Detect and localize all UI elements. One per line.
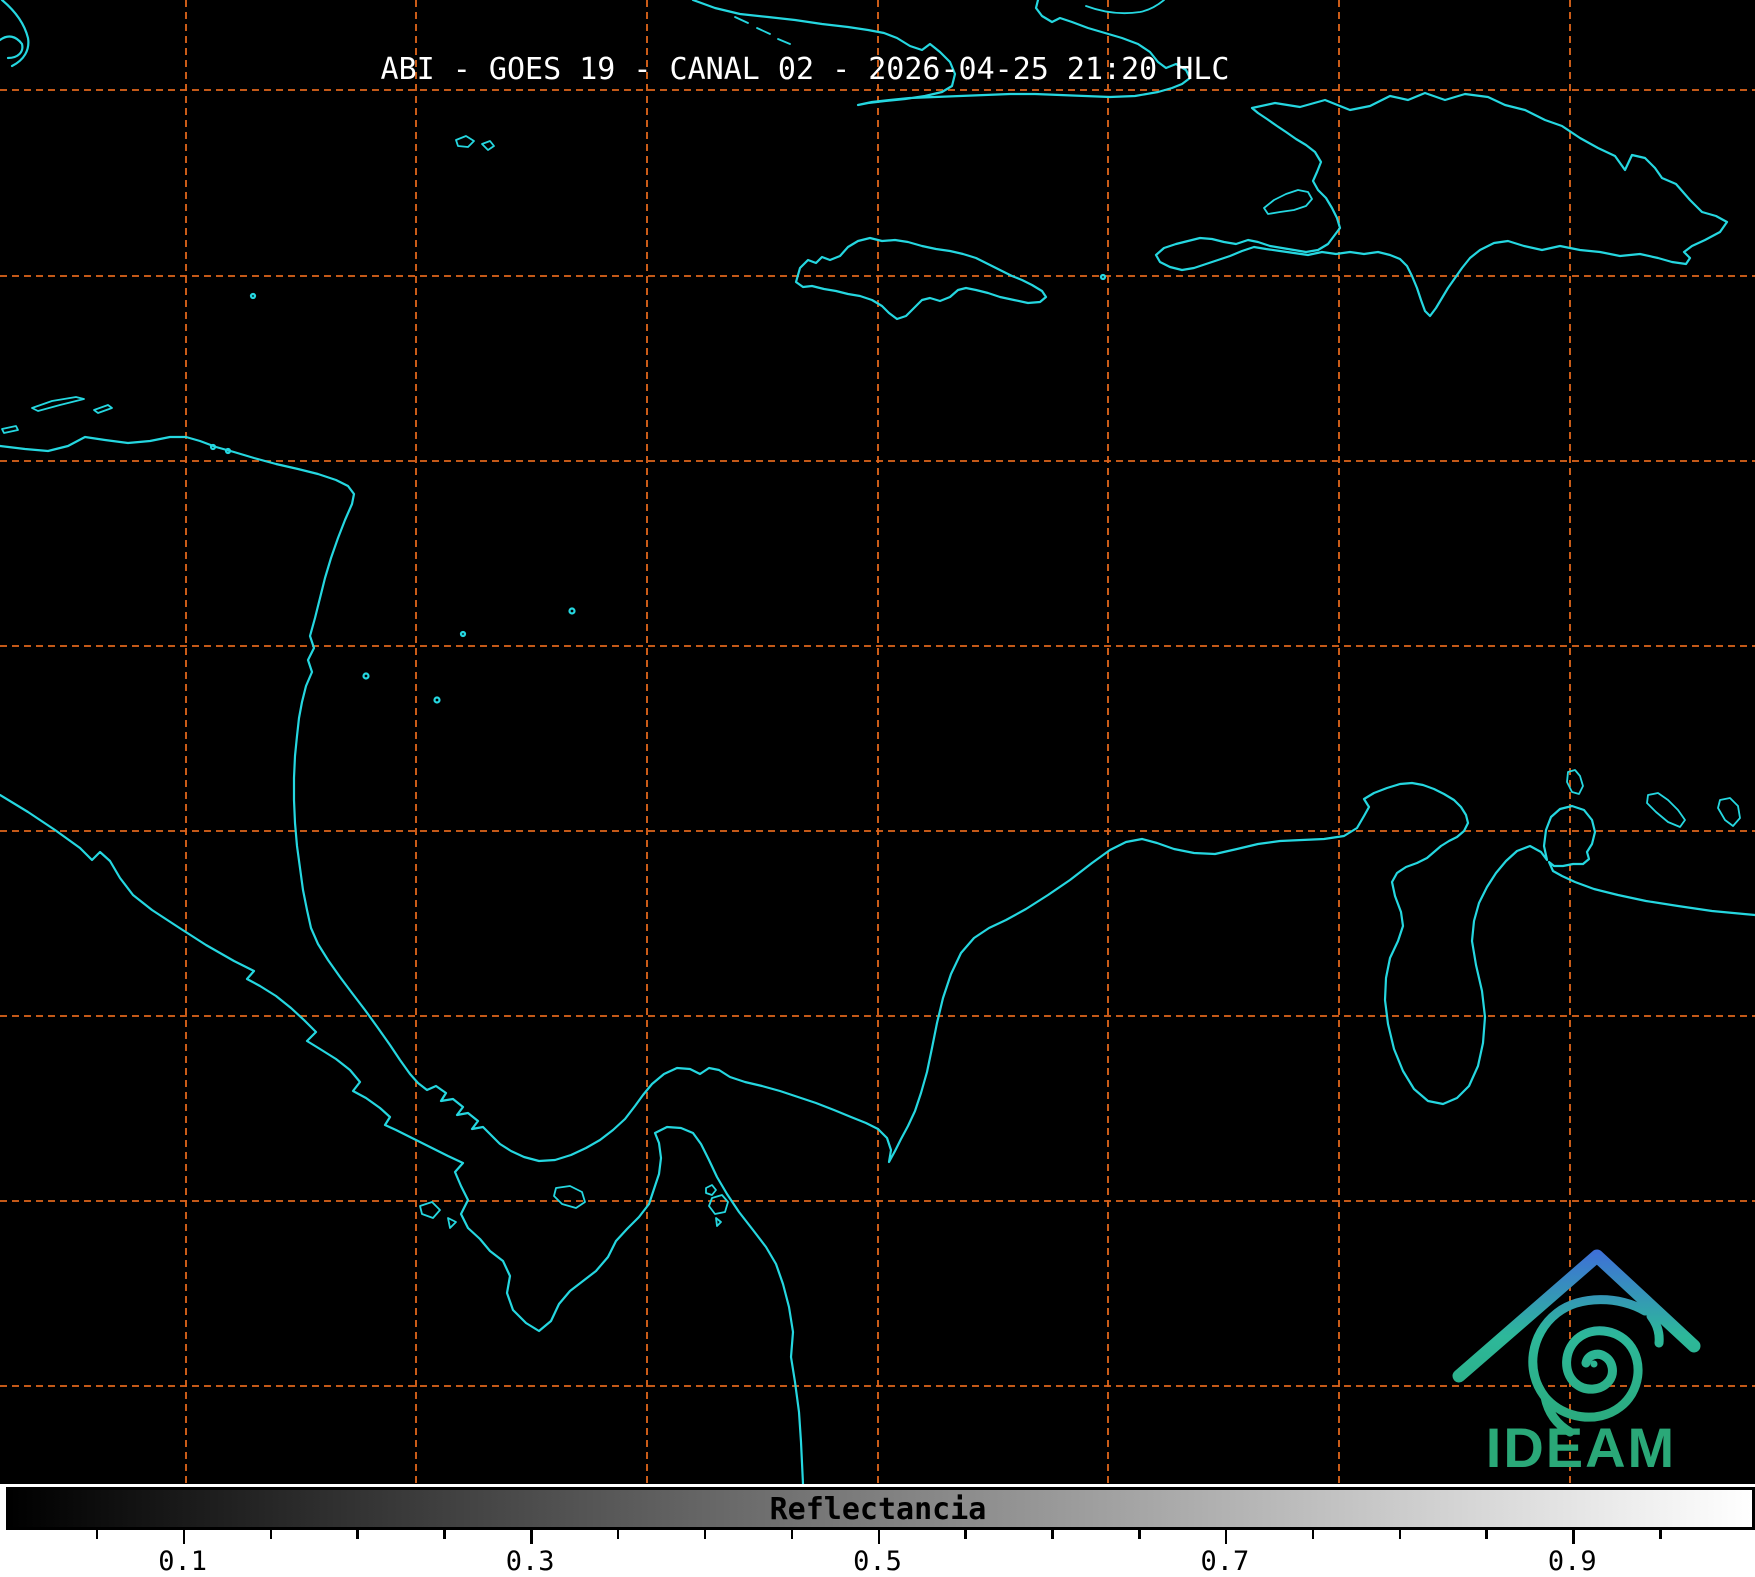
colorbar-minor-tick	[790, 1530, 794, 1539]
colorbar-minor-tick	[1659, 1530, 1662, 1539]
coastline-pacific-mainland	[0, 793, 805, 1484]
colorbar-major-tick	[1572, 1530, 1575, 1544]
colorbar-minor-tick	[616, 1530, 620, 1539]
coastline-coiba-island	[553, 1185, 586, 1209]
colorbar-minor-tick	[1138, 1530, 1141, 1539]
coastline-hispaniola	[1154, 91, 1729, 318]
coastline-jamaica	[794, 236, 1048, 321]
ideam-wordmark: IDEAM	[1486, 1416, 1676, 1479]
coastline-cayman-islands	[455, 135, 495, 151]
coastline-curacao	[1646, 792, 1686, 828]
colorbar-minor-tick	[1311, 1530, 1315, 1539]
map-canvas: IDEAM	[0, 0, 1755, 1484]
satellite-viewer: IDEAM ABI - GOES 19 - CANAL 02 - 2026-04…	[0, 0, 1755, 1577]
colorbar-minor-tick	[1398, 1530, 1402, 1539]
colorbar-strip: Reflectancia 0.1 0.3 0.5 0.7 0.9	[0, 1484, 1755, 1577]
colorbar-major-tick	[530, 1530, 533, 1544]
graticule-gridlines	[0, 0, 1755, 1484]
colorbar-major-tick	[182, 1530, 186, 1544]
colorbar-minor-tick	[1485, 1530, 1488, 1539]
colorbar-minor-tick	[443, 1530, 446, 1539]
coastline-bay-islands	[1, 396, 113, 434]
colorbar-minor-tick	[1051, 1530, 1054, 1539]
colorbar-minor-tick	[95, 1530, 99, 1539]
colorbar-tick-label: 0.7	[1200, 1546, 1250, 1577]
coastline-bonaire	[1717, 797, 1741, 827]
colorbar-minor-tick	[964, 1530, 967, 1539]
coastline-gonave-island	[1263, 189, 1313, 215]
colorbar-major-tick	[877, 1530, 880, 1544]
colorbar-minor-tick	[356, 1530, 359, 1539]
colorbar-minor-tick	[703, 1530, 707, 1539]
colorbar-tick-label: 0.5	[853, 1546, 902, 1577]
ideam-spiral-eye	[1590, 1360, 1598, 1368]
image-title: ABI - GOES 19 - CANAL 02 - 2026-04-25 21…	[380, 52, 1230, 87]
coastline-chiriqui-islets	[419, 1201, 457, 1229]
coastline-cuba-west-fragment	[0, 0, 30, 68]
colorbar-title: Reflectancia	[769, 1492, 987, 1527]
coastline-cuba-cays	[734, 16, 791, 45]
satellite-map-area: IDEAM ABI - GOES 19 - CANAL 02 - 2026-04…	[0, 0, 1755, 1484]
small-island-dots	[209, 273, 1107, 704]
coastline-bahamas-fragment	[1085, 0, 1165, 15]
colorbar-tick-label: 0.9	[1547, 1546, 1597, 1577]
colorbar-tick-label: 0.3	[505, 1546, 555, 1577]
colorbar-major-tick	[1224, 1530, 1228, 1544]
ideam-mountain-icon	[1452, 1249, 1701, 1383]
colorbar-tick-label: 0.1	[158, 1546, 208, 1577]
colorbar-minor-tick	[269, 1530, 273, 1539]
ideam-logo: IDEAM	[1452, 1249, 1701, 1479]
